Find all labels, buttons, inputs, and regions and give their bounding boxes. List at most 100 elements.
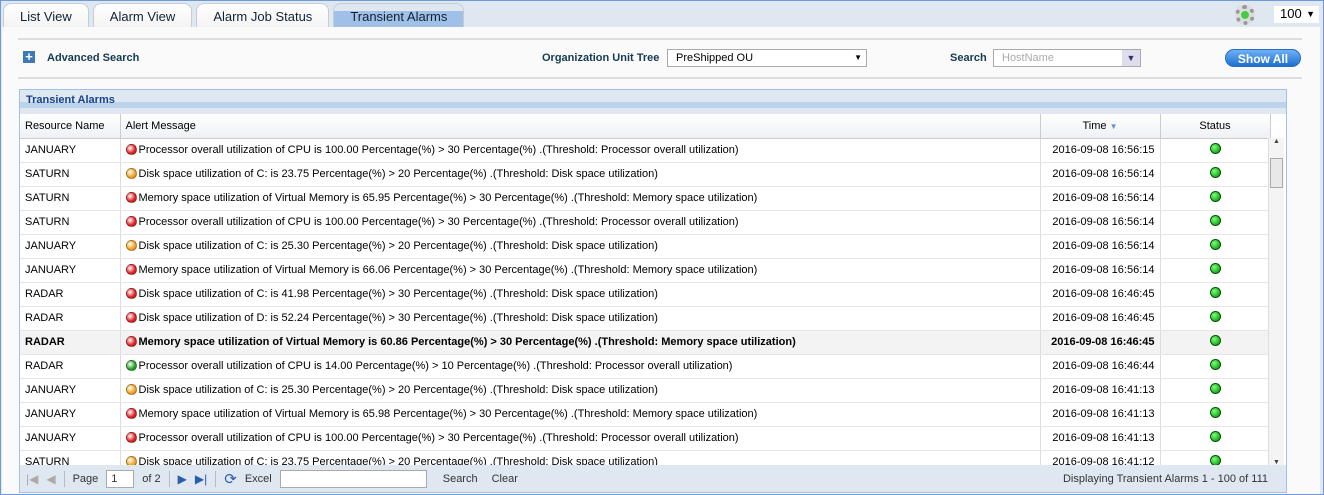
alarm-time: 2016-09-08 16:56:14: [1040, 234, 1161, 259]
severity-red-icon: [125, 408, 137, 419]
status-cell: [1160, 354, 1271, 379]
scroll-up-icon[interactable]: ▲: [1269, 138, 1284, 145]
severity-orange-icon: [125, 240, 137, 251]
alert-message-text: Disk space utilization of C: is 23.75 Pe…: [138, 168, 658, 180]
column-header-time[interactable]: Time ▼: [1040, 114, 1161, 139]
tab-alarm-job-status[interactable]: Alarm Job Status: [196, 3, 330, 27]
alarm-time: 2016-09-08 16:56:14: [1040, 210, 1161, 235]
table-row[interactable]: SATURN Processor overall utilization of …: [20, 210, 1271, 235]
excel-export-button[interactable]: Excel: [245, 473, 272, 485]
vertical-scrollbar[interactable]: ▲ ▼: [1268, 138, 1284, 466]
separator: [168, 470, 170, 487]
resource-name: RADAR: [20, 282, 121, 307]
divider: [18, 38, 1302, 40]
status-cell: [1160, 162, 1271, 187]
severity-orange-icon: [125, 384, 137, 395]
column-header-alert[interactable]: Alert Message: [120, 114, 1041, 139]
transient-alarms-grid: Transient Alarms Resource Name Alert Mes…: [19, 89, 1287, 493]
table-row[interactable]: RADAR Memory space utilization of Virtua…: [20, 330, 1271, 355]
alert-message: Disk space utilization of C: is 41.98 Pe…: [120, 282, 1041, 307]
page-size-value: 100: [1280, 6, 1302, 21]
alert-message-text: Memory space utilization of Virtual Memo…: [138, 336, 796, 348]
grid-search-input[interactable]: [279, 469, 427, 488]
chevron-down-icon[interactable]: ▼: [1122, 50, 1140, 66]
severity-red-icon: [125, 432, 137, 443]
prev-page-icon[interactable]: ◀: [46, 472, 55, 486]
table-row[interactable]: JANUARY Processor overall utilization of…: [20, 426, 1271, 451]
status-ok-icon: [1209, 287, 1221, 298]
table-row[interactable]: JANUARY Disk space utilization of C: is …: [20, 378, 1271, 403]
status-ok-icon: [1209, 407, 1221, 418]
tab-transient-alarms[interactable]: Transient Alarms: [333, 3, 465, 27]
status-ok-icon: [1209, 239, 1221, 250]
refresh-icon[interactable]: ⟳: [224, 470, 237, 488]
refresh-gear-icon[interactable]: [1235, 5, 1255, 25]
alert-message: Disk space utilization of C: is 25.30 Pe…: [120, 234, 1041, 259]
table-row[interactable]: JANUARY Disk space utilization of C: is …: [20, 234, 1271, 259]
table-row[interactable]: JANUARY Memory space utilization of Virt…: [20, 402, 1271, 427]
table-row[interactable]: RADAR Disk space utilization of C: is 41…: [20, 282, 1271, 307]
alert-message-text: Disk space utilization of C: is 25.30 Pe…: [138, 384, 658, 396]
alarm-time: 2016-09-08 16:41:13: [1040, 426, 1161, 451]
page-number-input[interactable]: 1: [106, 469, 135, 488]
status-ok-icon: [1209, 383, 1221, 394]
resource-name: JANUARY: [20, 378, 121, 403]
alert-message-text: Processor overall utilization of CPU is …: [138, 360, 733, 372]
resource-name: RADAR: [20, 306, 121, 331]
severity-red-icon: [125, 336, 137, 347]
time-header-label: Time: [1082, 119, 1107, 132]
alert-message: Memory space utilization of Virtual Memo…: [120, 402, 1041, 427]
alarm-time: 2016-09-08 16:56:15: [1040, 138, 1161, 163]
grid-title: Transient Alarms: [20, 90, 1286, 114]
resource-name: SATURN: [20, 210, 121, 235]
table-row[interactable]: RADAR Processor overall utilization of C…: [20, 354, 1271, 379]
alert-message: Memory space utilization of Virtual Memo…: [120, 330, 1041, 355]
resource-name: SATURN: [20, 186, 121, 211]
status-ok-icon: [1209, 215, 1221, 226]
first-page-icon[interactable]: |◀: [26, 472, 38, 486]
alert-message-text: Processor overall utilization of CPU is …: [138, 432, 739, 444]
resource-name: JANUARY: [20, 258, 121, 283]
resource-name: JANUARY: [20, 426, 121, 451]
alert-message: Memory space utilization of Virtual Memo…: [120, 258, 1041, 283]
alert-message: Processor overall utilization of CPU is …: [120, 426, 1041, 451]
divider: [18, 77, 1302, 79]
table-row[interactable]: JANUARY Memory space utilization of Virt…: [20, 258, 1271, 283]
org-unit-select[interactable]: PreShipped OU ▼: [667, 49, 867, 67]
org-unit-value: PreShipped OU: [676, 52, 754, 64]
table-row[interactable]: SATURN Memory space utilization of Virtu…: [20, 186, 1271, 211]
status-ok-icon: [1209, 143, 1221, 154]
alert-message-text: Memory space utilization of Virtual Memo…: [138, 192, 758, 204]
advanced-search-link[interactable]: Advanced Search: [47, 52, 139, 64]
status-ok-icon: [1209, 191, 1221, 202]
alert-message: Memory space utilization of Virtual Memo…: [120, 186, 1041, 211]
grid-clear-button[interactable]: Clear: [492, 473, 518, 485]
alert-message-text: Disk space utilization of C: is 25.30 Pe…: [138, 240, 658, 252]
table-row[interactable]: JANUARY Processor overall utilization of…: [20, 138, 1271, 163]
show-all-button[interactable]: Show All: [1225, 49, 1301, 67]
page-size-select[interactable]: 100 ▼: [1274, 6, 1319, 23]
chevron-down-icon: ▼: [1306, 9, 1315, 19]
table-row[interactable]: RADAR Disk space utilization of D: is 52…: [20, 306, 1271, 331]
status-cell: [1160, 186, 1271, 211]
scrollbar-thumb[interactable]: [1270, 158, 1283, 188]
column-header-status[interactable]: Status: [1160, 114, 1271, 139]
tab-list-view[interactable]: List View: [3, 3, 89, 27]
next-page-icon[interactable]: ▶: [178, 472, 187, 486]
tab-alarm-view[interactable]: Alarm View: [92, 3, 193, 27]
search-field-select[interactable]: HostName ▼: [993, 49, 1141, 67]
expand-plus-icon[interactable]: +: [23, 50, 35, 63]
page-count: of 2: [142, 472, 161, 485]
last-page-icon[interactable]: ▶|: [195, 472, 207, 486]
resource-name: RADAR: [20, 354, 121, 379]
severity-red-icon: [125, 288, 137, 299]
org-unit-label: Organization Unit Tree: [542, 52, 660, 64]
alert-message: Processor overall utilization of CPU is …: [120, 138, 1041, 163]
alarm-time: 2016-09-08 16:41:13: [1040, 378, 1161, 403]
status-ok-icon: [1209, 263, 1221, 274]
column-header-resource[interactable]: Resource Name: [20, 114, 121, 139]
table-row[interactable]: SATURN Disk space utilization of C: is 2…: [20, 162, 1271, 187]
alarm-time: 2016-09-08 16:56:14: [1040, 162, 1161, 187]
page-label: Page: [72, 472, 99, 485]
grid-search-button[interactable]: Search: [443, 473, 478, 485]
